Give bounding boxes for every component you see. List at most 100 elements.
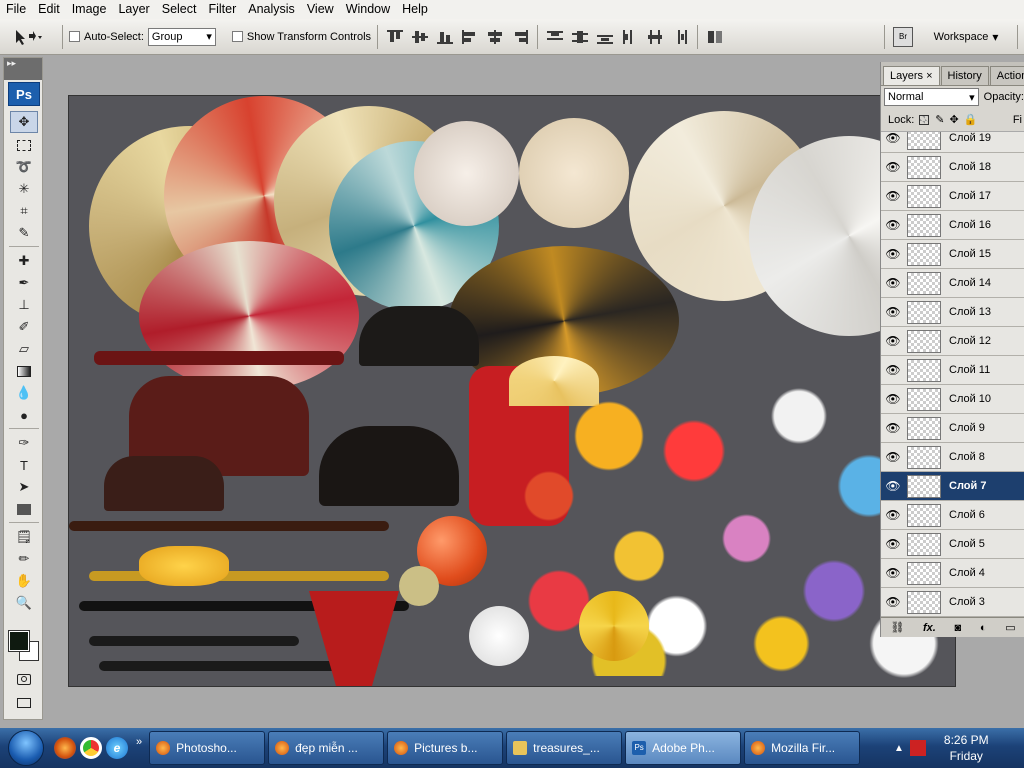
menu-window[interactable]: Window — [340, 0, 396, 19]
network-icon[interactable] — [909, 740, 926, 756]
brush-tool[interactable]: ✒ — [10, 272, 38, 294]
menu-filter[interactable]: Filter — [202, 0, 242, 19]
menu-image[interactable]: Image — [66, 0, 113, 19]
tab-layers[interactable]: Layers × — [883, 66, 940, 85]
healing-brush-tool[interactable]: ✚ — [10, 250, 38, 272]
layer-row-5[interactable]: 👁 Слой 5 — [881, 530, 1024, 559]
eye-icon[interactable]: 👁 — [885, 564, 901, 582]
auto-select-dropdown[interactable]: Group ▾ — [147, 27, 216, 46]
align-hcenter-icon[interactable] — [486, 29, 504, 45]
show-hidden-icons-icon[interactable]: ▲ — [894, 743, 904, 754]
menu-select[interactable]: Select — [156, 0, 203, 19]
dodge-tool[interactable]: ● — [10, 404, 38, 426]
taskbar-item-pictures[interactable]: Pictures b... — [387, 731, 504, 765]
eye-icon[interactable]: 👁 — [885, 477, 901, 495]
layer-row-12[interactable]: 👁 Слой 12 — [881, 327, 1024, 356]
layer-row-7[interactable]: 👁 Слой 7 — [881, 472, 1024, 501]
blur-tool[interactable]: 💧 — [10, 382, 38, 404]
eraser-tool[interactable]: ▱ — [10, 338, 38, 360]
layer-row-17[interactable]: 👁 Слой 17 — [881, 182, 1024, 211]
eye-icon[interactable]: 👁 — [885, 216, 901, 234]
rectangle-tool[interactable] — [10, 498, 38, 520]
hand-tool[interactable]: ✋ — [10, 570, 38, 592]
layer-row-9[interactable]: 👁 Слой 9 — [881, 414, 1024, 443]
layer-row-18[interactable]: 👁 Слой 18 — [881, 153, 1024, 182]
lock-position-icon[interactable]: ✥ — [950, 113, 959, 126]
foreground-color-swatch[interactable] — [8, 630, 30, 652]
new-group-icon[interactable]: ▭ — [1005, 621, 1015, 634]
notes-tool[interactable]: 🗒 — [10, 526, 38, 548]
menu-help[interactable]: Help — [396, 0, 434, 19]
firefox-quicklaunch-icon[interactable] — [54, 737, 76, 759]
pen-tool[interactable]: ✑ — [10, 432, 38, 454]
menu-analysis[interactable]: Analysis — [242, 0, 301, 19]
blend-mode-dropdown[interactable]: Normal ▾ — [884, 88, 979, 106]
zoom-tool[interactable]: 🔍 — [10, 592, 38, 614]
eye-icon[interactable]: 👁 — [885, 390, 901, 408]
auto-select-checkbox[interactable] — [69, 31, 80, 42]
bridge-icon[interactable]: Br — [893, 26, 913, 47]
layer-mask-icon[interactable]: ◙ — [955, 622, 962, 634]
eyedropper-sample-tool[interactable]: ✏ — [10, 548, 38, 570]
menu-edit[interactable]: Edit — [32, 0, 66, 19]
eye-icon[interactable]: 👁 — [885, 132, 901, 147]
eyedropper-tool[interactable]: ✎ — [10, 222, 38, 244]
align-bottom-icon[interactable] — [436, 29, 454, 45]
distribute-right-icon[interactable] — [671, 29, 689, 45]
layer-row-6[interactable]: 👁 Слой 6 — [881, 501, 1024, 530]
ie-quicklaunch-icon[interactable]: e — [106, 737, 128, 759]
taskbar-item-treasures[interactable]: treasures_... — [506, 731, 623, 765]
tool-preset-picker[interactable] — [0, 19, 56, 54]
layer-row-8[interactable]: 👁 Слой 8 — [881, 443, 1024, 472]
taskbar-item-adobe-photoshop[interactable]: Ps Adobe Ph... — [625, 731, 742, 765]
adjustment-layer-icon[interactable]: ◐ — [980, 622, 987, 634]
taskbar-item-mozilla[interactable]: Mozilla Fir... — [744, 731, 861, 765]
align-right-icon[interactable] — [511, 29, 529, 45]
layer-row-4[interactable]: 👁 Слой 4 — [881, 559, 1024, 588]
gradient-tool[interactable] — [10, 360, 38, 382]
type-tool[interactable]: T — [10, 454, 38, 476]
document-canvas[interactable] — [68, 95, 956, 687]
eye-icon[interactable]: 👁 — [885, 535, 901, 553]
move-tool[interactable]: ✥ — [10, 111, 38, 133]
history-brush-tool[interactable]: ✐ — [10, 316, 38, 338]
eye-icon[interactable]: 👁 — [885, 245, 901, 263]
layer-row-19[interactable]: 👁 Слой 19 — [881, 132, 1024, 153]
clock[interactable]: 8:26 PM Friday — [944, 732, 989, 764]
distribute-bottom-icon[interactable] — [596, 29, 614, 45]
quicklaunch-overflow-icon[interactable]: » — [136, 736, 142, 748]
menu-layer[interactable]: Layer — [112, 0, 155, 19]
align-left-icon[interactable] — [461, 29, 479, 45]
tab-actions[interactable]: Actions — [989, 66, 1024, 85]
layer-row-13[interactable]: 👁 Слой 13 — [881, 298, 1024, 327]
align-top-icon[interactable] — [386, 29, 404, 45]
distribute-hcenter-icon[interactable] — [646, 29, 664, 45]
eye-icon[interactable]: 👁 — [885, 448, 901, 466]
eye-icon[interactable]: 👁 — [885, 158, 901, 176]
chrome-quicklaunch-icon[interactable] — [80, 737, 102, 759]
menu-view[interactable]: View — [301, 0, 340, 19]
link-layers-icon[interactable]: ⛓ — [890, 621, 904, 634]
eye-icon[interactable]: 👁 — [885, 361, 901, 379]
layer-row-3[interactable]: 👁 Слой 3 — [881, 588, 1024, 617]
align-vcenter-icon[interactable] — [411, 29, 429, 45]
taskbar-item-dep-mien[interactable]: đẹp miễn ... — [268, 731, 385, 765]
eye-icon[interactable]: 👁 — [885, 593, 901, 611]
lock-pixels-icon[interactable]: ✎ — [935, 113, 944, 126]
distribute-vcenter-icon[interactable] — [571, 29, 589, 45]
layer-style-button[interactable]: fx. — [923, 622, 936, 634]
quick-mask-button[interactable] — [10, 668, 38, 690]
taskbar-item-photoshop[interactable]: Photosho... — [149, 731, 266, 765]
eye-icon[interactable]: 👁 — [885, 187, 901, 205]
distribute-left-icon[interactable] — [621, 29, 639, 45]
clone-stamp-tool[interactable]: ⊥ — [10, 294, 38, 316]
transform-controls-checkbox[interactable] — [231, 31, 243, 42]
eye-icon[interactable]: 👁 — [885, 506, 901, 524]
toolbox-collapse-icon[interactable]: ▸▸ — [4, 58, 42, 80]
lasso-tool[interactable]: ➰ — [10, 156, 38, 178]
auto-align-layers-icon[interactable] — [706, 29, 724, 45]
eye-icon[interactable]: 👁 — [885, 274, 901, 292]
lock-transparency-icon[interactable] — [919, 114, 930, 125]
magic-wand-tool[interactable]: ✳ — [10, 178, 38, 200]
menu-file[interactable]: File — [0, 0, 32, 19]
